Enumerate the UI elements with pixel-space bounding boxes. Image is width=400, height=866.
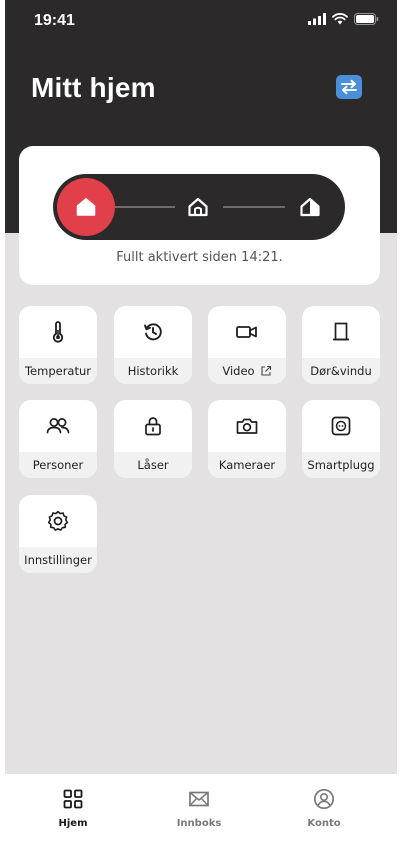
tile-label: Video xyxy=(222,364,255,378)
tile-label: Dør&vindu xyxy=(310,364,372,378)
grid-icon xyxy=(63,789,83,809)
camera-icon xyxy=(236,418,258,434)
partially-armed-button[interactable] xyxy=(185,194,211,220)
tile-door-window[interactable]: Dør&vindu xyxy=(302,306,380,384)
history-icon xyxy=(144,323,162,341)
tile-video[interactable]: Video xyxy=(208,306,286,384)
alarm-track-line xyxy=(115,206,175,208)
envelope-icon xyxy=(189,791,209,807)
home-half-icon xyxy=(300,197,320,217)
people-icon xyxy=(46,418,70,434)
thermometer-icon xyxy=(52,321,64,343)
tab-account[interactable]: Konto xyxy=(274,788,374,838)
tile-label: Historikk xyxy=(127,364,179,378)
door-icon xyxy=(333,322,349,341)
tab-label: Innboks xyxy=(176,818,222,829)
tab-bar: Hjem Innboks Konto xyxy=(5,774,397,866)
tab-inbox[interactable]: Innboks xyxy=(149,788,249,838)
tile-smartplug[interactable]: Smartplugg xyxy=(302,400,380,478)
tile-label: Temperatur xyxy=(24,364,92,378)
page-title: Mitt hjem xyxy=(31,72,156,103)
alarm-track-line xyxy=(223,206,285,208)
alarm-mode-selector[interactable] xyxy=(53,174,345,240)
tile-label: Innstillinger xyxy=(24,553,92,567)
signal-icon xyxy=(308,13,326,25)
tile-label: Smartplugg xyxy=(307,458,375,472)
wifi-icon xyxy=(332,13,348,25)
tile-locks[interactable]: Låser xyxy=(114,400,192,478)
fully-armed-home-icon xyxy=(76,198,96,216)
status-bar: 19:41 xyxy=(5,0,397,44)
tab-label: Hjem xyxy=(58,818,88,829)
gear-icon xyxy=(47,510,69,531)
swap-arrows-icon xyxy=(341,79,357,95)
tile-persons[interactable]: Personer xyxy=(19,400,97,478)
fully-armed-button[interactable] xyxy=(57,178,115,236)
external-link-icon xyxy=(261,365,271,376)
status-time: 19:41 xyxy=(34,12,75,29)
video-camera-icon xyxy=(236,326,257,338)
disarmed-button[interactable] xyxy=(297,194,323,220)
tile-cameras[interactable]: Kameraer xyxy=(208,400,286,478)
tile-label: Personer xyxy=(32,458,84,472)
battery-icon xyxy=(354,13,379,25)
smartplug-icon xyxy=(331,416,351,436)
tab-home[interactable]: Hjem xyxy=(23,788,123,838)
lock-icon xyxy=(145,417,161,436)
switch-home-button[interactable] xyxy=(336,75,362,99)
home-outline-icon xyxy=(188,197,208,217)
account-icon xyxy=(313,788,335,810)
tile-label: Låser xyxy=(137,458,169,472)
tile-history[interactable]: Historikk xyxy=(114,306,192,384)
tile-label: Kameraer xyxy=(218,458,276,472)
tile-temperature[interactable]: Temperatur xyxy=(19,306,97,384)
app-screen: 19:41 Mitt hjem Fullt aktivert siden 14:… xyxy=(5,0,397,866)
alarm-status-card: Fullt aktivert siden 14:21. xyxy=(19,146,380,285)
tile-settings[interactable]: Innstillinger xyxy=(19,495,97,573)
status-icons xyxy=(308,13,379,25)
tab-label: Konto xyxy=(307,818,341,829)
alarm-status-text: Fullt aktivert siden 14:21. xyxy=(116,250,283,265)
